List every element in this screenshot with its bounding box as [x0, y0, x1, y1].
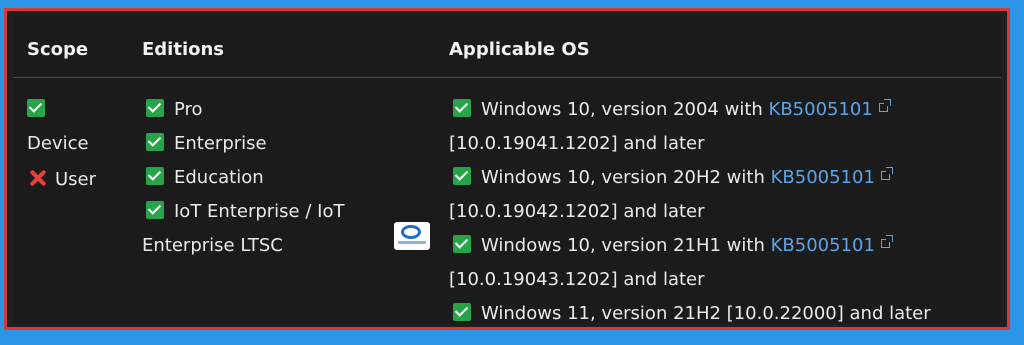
checkbox-checked-icon: [453, 235, 471, 253]
os-label: Windows 11, version 21H2 [10.0.22000] an…: [481, 303, 931, 324]
external-link-icon[interactable]: [880, 167, 893, 180]
checkbox-checked-icon: [146, 133, 164, 151]
checkbox-checked-icon: [27, 99, 45, 117]
edition-label: IoT Enterprise / IoT: [174, 201, 345, 222]
os-label: Windows 10, version 2004 with: [481, 99, 769, 120]
edition-item: Enterprise: [146, 133, 267, 154]
os-row: Windows 10, version 21H1 with KB5005101: [453, 235, 893, 256]
kb-link[interactable]: KB5005101: [771, 167, 875, 188]
watermark-logo: [394, 222, 430, 250]
scope-cell: Device User: [27, 15, 137, 315]
os-row: Windows 11, version 21H2 [10.0.22000] an…: [453, 303, 931, 324]
checkbox-checked-icon: [146, 201, 164, 219]
os-build: [10.0.19042.1202] and later: [449, 201, 705, 222]
scope-device-check: [27, 99, 55, 120]
checkbox-checked-icon: [146, 99, 164, 117]
edition-label: Education: [174, 167, 264, 188]
os-build: [10.0.19043.1202] and later: [449, 269, 705, 290]
scope-user: User: [27, 167, 96, 190]
checkbox-checked-icon: [453, 303, 471, 321]
scope-device-label: Device: [27, 133, 89, 154]
external-link-icon[interactable]: [878, 99, 891, 112]
edition-item: Pro: [146, 99, 203, 120]
checkbox-checked-icon: [453, 99, 471, 117]
requirements-table: Scope Editions Applicable OS Device User…: [13, 15, 1001, 324]
edition-item: Education: [146, 167, 264, 188]
external-link-icon[interactable]: [880, 235, 893, 248]
os-build: [10.0.19041.1202] and later: [449, 133, 705, 154]
cross-icon: [27, 167, 49, 189]
table-frame: Scope Editions Applicable OS Device User…: [4, 8, 1010, 330]
scope-user-label: User: [55, 169, 97, 190]
kb-link[interactable]: KB5005101: [771, 235, 875, 256]
logo-caption: [398, 241, 426, 244]
os-row: Windows 10, version 20H2 with KB5005101: [453, 167, 893, 188]
os-row: Windows 10, version 2004 with KB5005101: [453, 99, 891, 120]
edition-label: Enterprise: [174, 133, 267, 154]
edition-continuation: Enterprise LTSC: [142, 235, 283, 256]
edition-item: IoT Enterprise / IoT: [146, 201, 344, 222]
checkbox-checked-icon: [146, 167, 164, 185]
os-label: Windows 10, version 20H2 with: [481, 167, 771, 188]
kb-link[interactable]: KB5005101: [769, 99, 873, 120]
checkbox-checked-icon: [453, 167, 471, 185]
logo-ring: [401, 225, 421, 239]
edition-label: Pro: [174, 99, 203, 120]
os-label: Windows 10, version 21H1 with: [481, 235, 771, 256]
editions-cell: Pro Enterprise Education IoT Enterprise …: [142, 15, 396, 315]
os-cell: Windows 10, version 2004 with KB5005101 …: [449, 15, 1013, 325]
